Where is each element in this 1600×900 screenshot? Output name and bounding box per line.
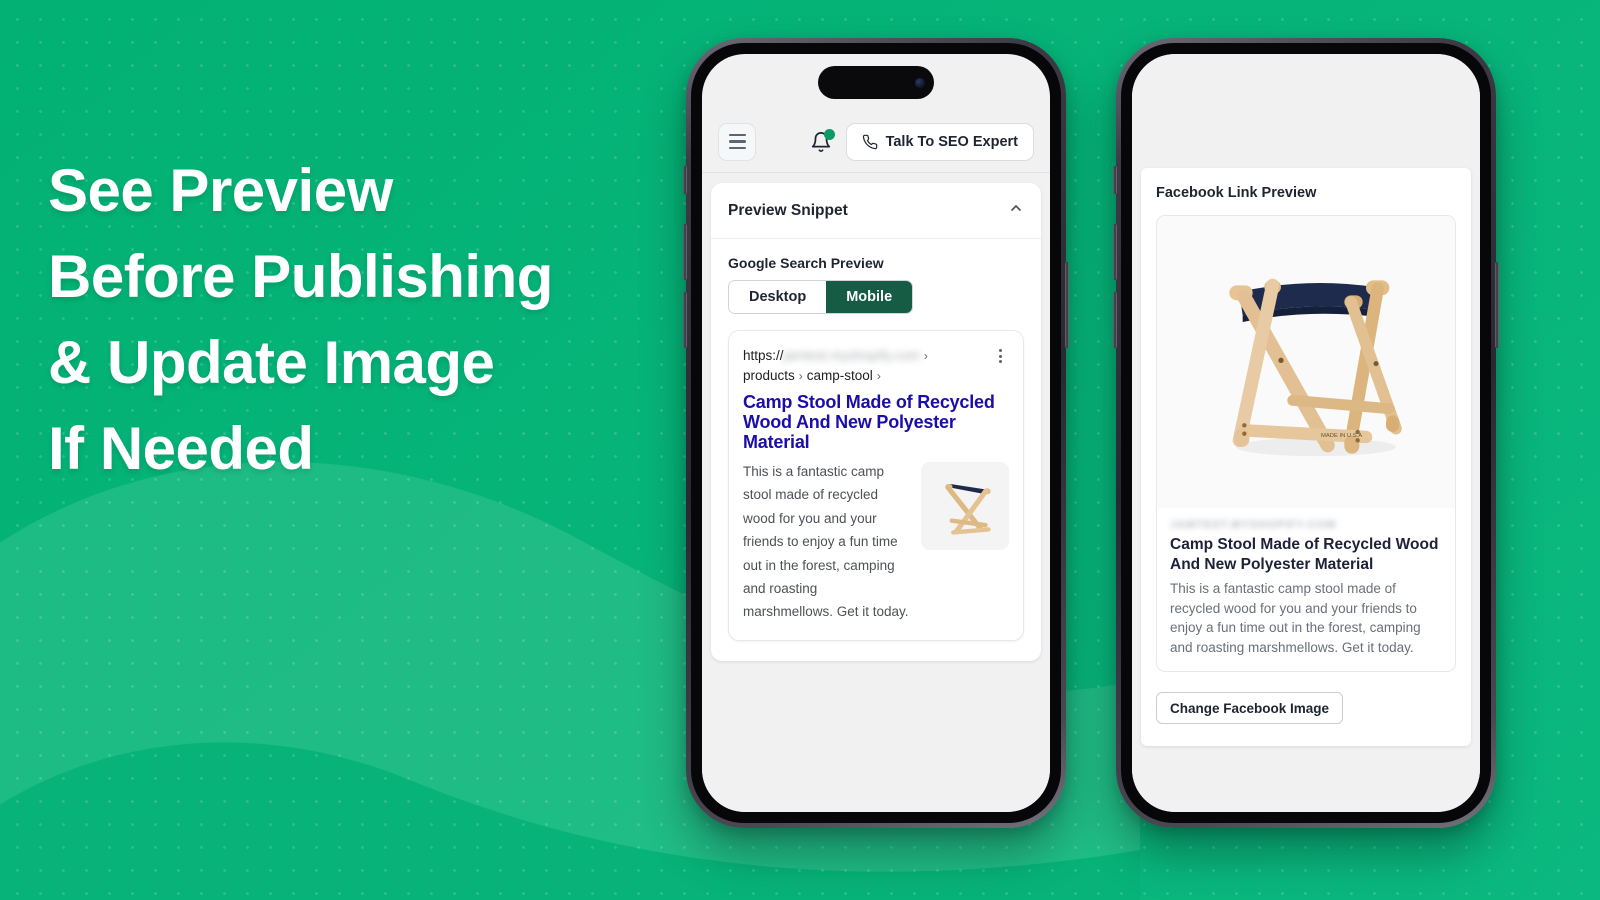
phone-bezel-right: Facebook Link Preview MADE IN U.S.A JAMT… [1121,43,1491,823]
notification-bell-icon[interactable] [810,128,835,154]
result-url-row: https://jamtest.myshopify.com › products ›… [743,346,1009,386]
app-topbar: Talk To SEO Expert [702,111,1050,173]
url-scheme: https:// [743,348,784,363]
app-content-right: Facebook Link Preview MADE IN U.S.A JAMT… [1132,54,1480,812]
front-camera-icon [915,77,925,88]
result-description-row: This is a fantastic camp stool made of r… [743,460,1009,624]
breadcrumb-separator-2: › [876,369,881,383]
volume-down-button-2[interactable] [1113,292,1117,348]
result-title[interactable]: Camp Stool Made of Recycled Wood And New… [743,392,1009,452]
hero-headline: See Preview Before Publishing & Update I… [48,157,553,482]
phone-screen-right: Facebook Link Preview MADE IN U.S.A JAMT… [1132,54,1480,812]
phone-mockup-right: Facebook Link Preview MADE IN U.S.A JAMT… [1113,38,1499,828]
facebook-preview-image: MADE IN U.S.A [1157,216,1455,508]
google-search-result-card[interactable]: https://jamtest.myshopify.com › products ›… [728,330,1024,641]
facebook-preview-description: This is a fantastic camp stool made of r… [1170,581,1421,655]
topbar-actions: Talk To SEO Expert [810,122,1034,161]
change-facebook-image-button[interactable]: Change Facebook Image [1156,692,1344,724]
volume-down-button[interactable] [683,292,687,348]
phone-bezel-left: Talk To SEO Expert Preview Snippet Googl… [691,43,1061,823]
talk-to-seo-expert-label: Talk To SEO Expert [885,133,1018,150]
url-domain: jamtest.myshopify.com [783,348,920,363]
svg-text:MADE IN U.S.A: MADE IN U.S.A [1321,433,1362,439]
power-button[interactable] [1065,262,1069,348]
phone-call-icon [862,134,877,149]
volume-up-button-2[interactable] [1113,224,1117,280]
breadcrumb-products[interactable]: products [743,368,795,383]
kebab-menu-icon[interactable] [991,346,1009,363]
google-search-preview-label: Google Search Preview [728,255,884,271]
app-content-left: Preview Snippet Google Search Preview De… [702,173,1050,812]
url-chevron-1: › [923,349,928,363]
toggle-desktop[interactable]: Desktop [729,281,827,313]
facebook-preview-domain: JAMTEST.MYSHOPIFY.COM [1170,519,1337,531]
mute-switch-button-2[interactable] [1113,166,1117,194]
volume-up-button[interactable] [683,224,687,280]
phone-mockup-left: Talk To SEO Expert Preview Snippet Googl… [683,38,1069,828]
preview-snippet-body: Google Search Preview Desktop Mobile htt… [711,239,1041,661]
result-url[interactable]: https://jamtest.myshopify.com › products ›… [743,346,991,386]
preview-snippet-header[interactable]: Preview Snippet [711,183,1041,239]
facebook-preview-link-title: Camp Stool Made of Recycled Wood And New… [1170,536,1439,573]
phone-screen-left: Talk To SEO Expert Preview Snippet Googl… [702,54,1050,812]
preview-snippet-title: Preview Snippet [728,201,848,219]
toggle-mobile[interactable]: Mobile [826,281,913,313]
hamburger-icon[interactable] [718,122,756,161]
facebook-link-preview-title: Facebook Link Preview [1156,185,1317,201]
facebook-link-preview-card: Facebook Link Preview MADE IN U.S.A JAMT… [1141,168,1471,746]
breadcrumb-camp-stool[interactable]: camp-stool [807,368,873,383]
facebook-preview-meta: JAMTEST.MYSHOPIFY.COM Camp Stool Made of… [1157,508,1455,671]
device-toggle-group: Desktop Mobile [728,280,914,314]
power-button-2[interactable] [1495,262,1499,348]
result-description: This is a fantastic camp stool made of r… [743,464,909,620]
facebook-preview-box[interactable]: MADE IN U.S.A JAMTEST.MYSHOPIFY.COM Camp… [1156,215,1456,672]
notification-badge [823,128,835,140]
result-thumbnail [921,462,1009,550]
promo-banner: See Preview Before Publishing & Update I… [0,0,1600,900]
mute-switch-button[interactable] [683,166,687,194]
talk-to-seo-expert-button[interactable]: Talk To SEO Expert [845,122,1034,161]
dynamic-island [818,66,934,99]
preview-snippet-card: Preview Snippet Google Search Preview De… [711,183,1041,661]
chevron-up-icon[interactable] [1008,200,1024,221]
breadcrumb-separator-1: › [798,369,803,383]
